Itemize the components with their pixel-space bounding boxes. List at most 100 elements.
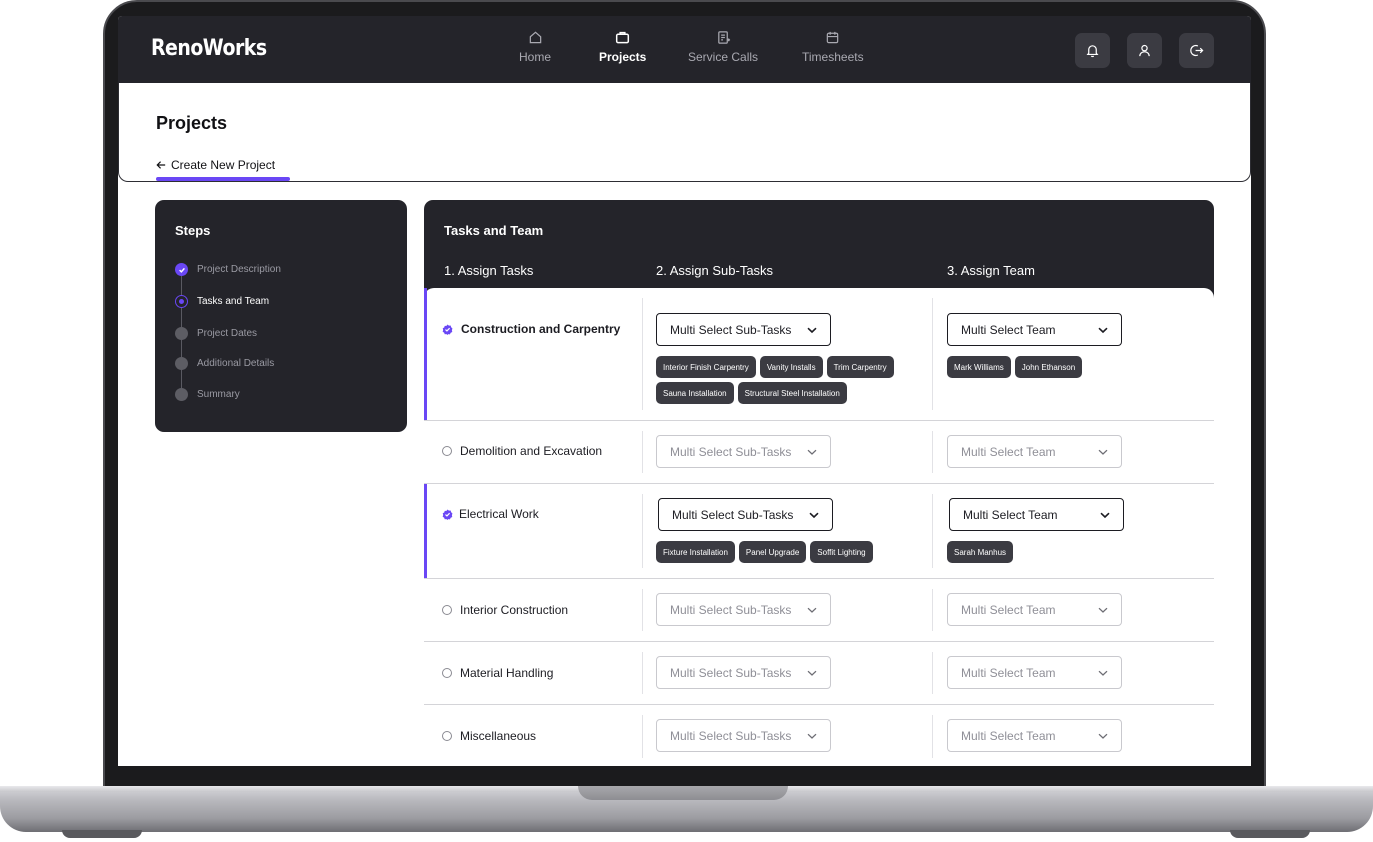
current-step-icon xyxy=(175,295,188,308)
team-member-chip[interactable]: Mark Williams xyxy=(947,356,1011,378)
column-divider xyxy=(642,298,643,410)
notifications-button[interactable] xyxy=(1075,33,1110,68)
team-select[interactable]: Multi Select Team xyxy=(947,313,1122,346)
subtasks-select[interactable]: Multi Select Sub-Tasks xyxy=(656,719,831,752)
chevron-down-icon xyxy=(809,512,819,518)
subtasks-select[interactable]: Multi Select Sub-Tasks xyxy=(656,435,831,468)
subtask-chips: Interior Finish Carpentry Vanity Install… xyxy=(656,356,928,404)
profile-button[interactable] xyxy=(1127,33,1162,68)
select-text: Multi Select Team xyxy=(963,507,1058,522)
step-label: Additional Details xyxy=(197,358,275,369)
task-row: Interior Construction Multi Select Sub-T… xyxy=(424,579,1214,642)
subtask-chip[interactable]: Sauna Installation xyxy=(656,382,734,404)
task-checkbox-demolition[interactable]: Demolition and Excavation xyxy=(442,444,602,458)
page-title: Projects xyxy=(156,113,228,133)
create-new-project-link[interactable]: Create New Project xyxy=(156,158,275,172)
task-name: Electrical Work xyxy=(459,507,539,521)
pending-step-icon xyxy=(175,327,188,340)
column-divider xyxy=(932,431,933,473)
subtask-chip[interactable]: Structural Steel Installation xyxy=(737,382,847,404)
tasks-panel-title: Tasks and Team xyxy=(444,223,544,238)
subtask-chip[interactable]: Fixture Installation xyxy=(656,541,735,563)
subtasks-select[interactable]: Multi Select Sub-Tasks xyxy=(656,313,831,346)
select-placeholder: Multi Select Team xyxy=(961,665,1056,680)
step-additional-details[interactable]: Additional Details xyxy=(175,357,274,370)
nav-item-timesheets[interactable]: Timesheets xyxy=(802,30,864,64)
subtask-chip[interactable]: Panel Upgrade xyxy=(738,541,807,563)
calendar-icon xyxy=(827,31,839,44)
subtask-chip[interactable]: Trim Carpentry xyxy=(826,356,894,378)
active-tab-underline xyxy=(156,177,290,181)
team-member-chip[interactable]: Sarah Manhus xyxy=(947,541,1014,563)
nav-item-service-calls[interactable]: Service Calls xyxy=(688,30,758,64)
team-select[interactable]: Multi Select Team xyxy=(949,498,1124,531)
subtasks-select[interactable]: Multi Select Sub-Tasks xyxy=(656,593,831,626)
step-label: Project Dates xyxy=(197,328,258,339)
task-checkbox-construction[interactable]: Construction and Carpentry xyxy=(442,322,620,336)
laptop-foot-right xyxy=(1230,830,1310,838)
task-row: Miscellaneous Multi Select Sub-Tasks Mul… xyxy=(424,705,1214,766)
verified-check-icon xyxy=(442,324,453,335)
task-checkbox-miscellaneous[interactable]: Miscellaneous xyxy=(442,729,536,743)
app-logo[interactable]: RenoWorks xyxy=(151,36,267,61)
team-select[interactable]: Multi Select Team xyxy=(947,435,1122,468)
step-summary[interactable]: Summary xyxy=(175,388,240,401)
clipboard-icon xyxy=(717,31,730,44)
chevron-down-icon xyxy=(1098,607,1108,613)
task-checkbox-electrical[interactable]: Electrical Work xyxy=(442,507,539,521)
step-project-dates[interactable]: Project Dates xyxy=(175,327,257,340)
task-checkbox-material-handling[interactable]: Material Handling xyxy=(442,666,553,680)
page-header: Projects Create New Project xyxy=(118,83,1251,182)
nav-item-home[interactable]: Home xyxy=(519,30,551,64)
team-member-chip[interactable]: John Ethanson xyxy=(1014,356,1083,378)
top-nav: RenoWorks Home Projects Service Calls Ti… xyxy=(118,16,1251,83)
nav-item-projects[interactable]: Projects xyxy=(599,30,646,64)
column-header-assign-subtasks: 2. Assign Sub-Tasks xyxy=(656,263,774,278)
logout-button[interactable] xyxy=(1179,33,1214,68)
step-label: Tasks and Team xyxy=(197,296,270,307)
screen: RenoWorks Home Projects Service Calls Ti… xyxy=(118,16,1251,766)
subtask-chip[interactable]: Soffit Lighting xyxy=(810,541,873,563)
team-select[interactable]: Multi Select Team xyxy=(947,593,1122,626)
subtask-chips: Fixture Installation Panel Upgrade Soffi… xyxy=(656,541,928,563)
task-name: Construction and Carpentry xyxy=(461,322,621,336)
chevron-down-icon xyxy=(1098,449,1108,455)
step-label: Project Description xyxy=(197,264,281,275)
arrow-left-icon xyxy=(156,161,166,169)
nav-item-label: Home xyxy=(519,50,552,64)
team-select[interactable]: Multi Select Team xyxy=(947,719,1122,752)
nav-item-label: Service Calls xyxy=(688,50,759,64)
task-checkbox-interior-construction[interactable]: Interior Construction xyxy=(442,603,568,617)
steps-card: Steps Project Description Tasks and Team… xyxy=(155,200,407,432)
subtasks-select[interactable]: Multi Select Sub-Tasks xyxy=(658,498,833,531)
radio-icon xyxy=(442,668,452,678)
radio-icon xyxy=(442,446,452,456)
radio-icon xyxy=(442,731,452,741)
select-text: Multi Select Sub-Tasks xyxy=(670,322,792,337)
column-divider xyxy=(642,715,643,758)
column-divider xyxy=(642,589,643,631)
chevron-down-icon xyxy=(807,449,817,455)
task-name: Miscellaneous xyxy=(460,729,537,743)
subtasks-select[interactable]: Multi Select Sub-Tasks xyxy=(656,656,831,689)
select-placeholder: Multi Select Team xyxy=(961,602,1056,617)
team-chips: Mark Williams John Ethanson xyxy=(947,356,1207,378)
pending-step-icon xyxy=(175,388,188,401)
radio-icon xyxy=(442,605,452,615)
column-header-assign-tasks: 1. Assign Tasks xyxy=(444,263,534,278)
select-placeholder: Multi Select Sub-Tasks xyxy=(670,728,792,743)
tasks-table: Construction and Carpentry Multi Select … xyxy=(424,288,1214,766)
step-project-description[interactable]: Project Description xyxy=(175,263,281,276)
pending-step-icon xyxy=(175,357,188,370)
step-tasks-and-team[interactable]: Tasks and Team xyxy=(175,295,269,308)
team-select[interactable]: Multi Select Team xyxy=(947,656,1122,689)
task-name: Interior Construction xyxy=(460,603,569,617)
logout-icon xyxy=(1190,44,1204,57)
tasks-and-team-panel: Tasks and Team 1. Assign Tasks 2. Assign… xyxy=(424,200,1214,766)
column-divider xyxy=(642,431,643,473)
select-placeholder: Multi Select Team xyxy=(961,444,1056,459)
subtask-chip[interactable]: Interior Finish Carpentry xyxy=(656,356,756,378)
subtask-chip[interactable]: Vanity Installs xyxy=(759,356,823,378)
task-name: Material Handling xyxy=(460,666,554,680)
nav-item-label: Projects xyxy=(599,50,647,64)
